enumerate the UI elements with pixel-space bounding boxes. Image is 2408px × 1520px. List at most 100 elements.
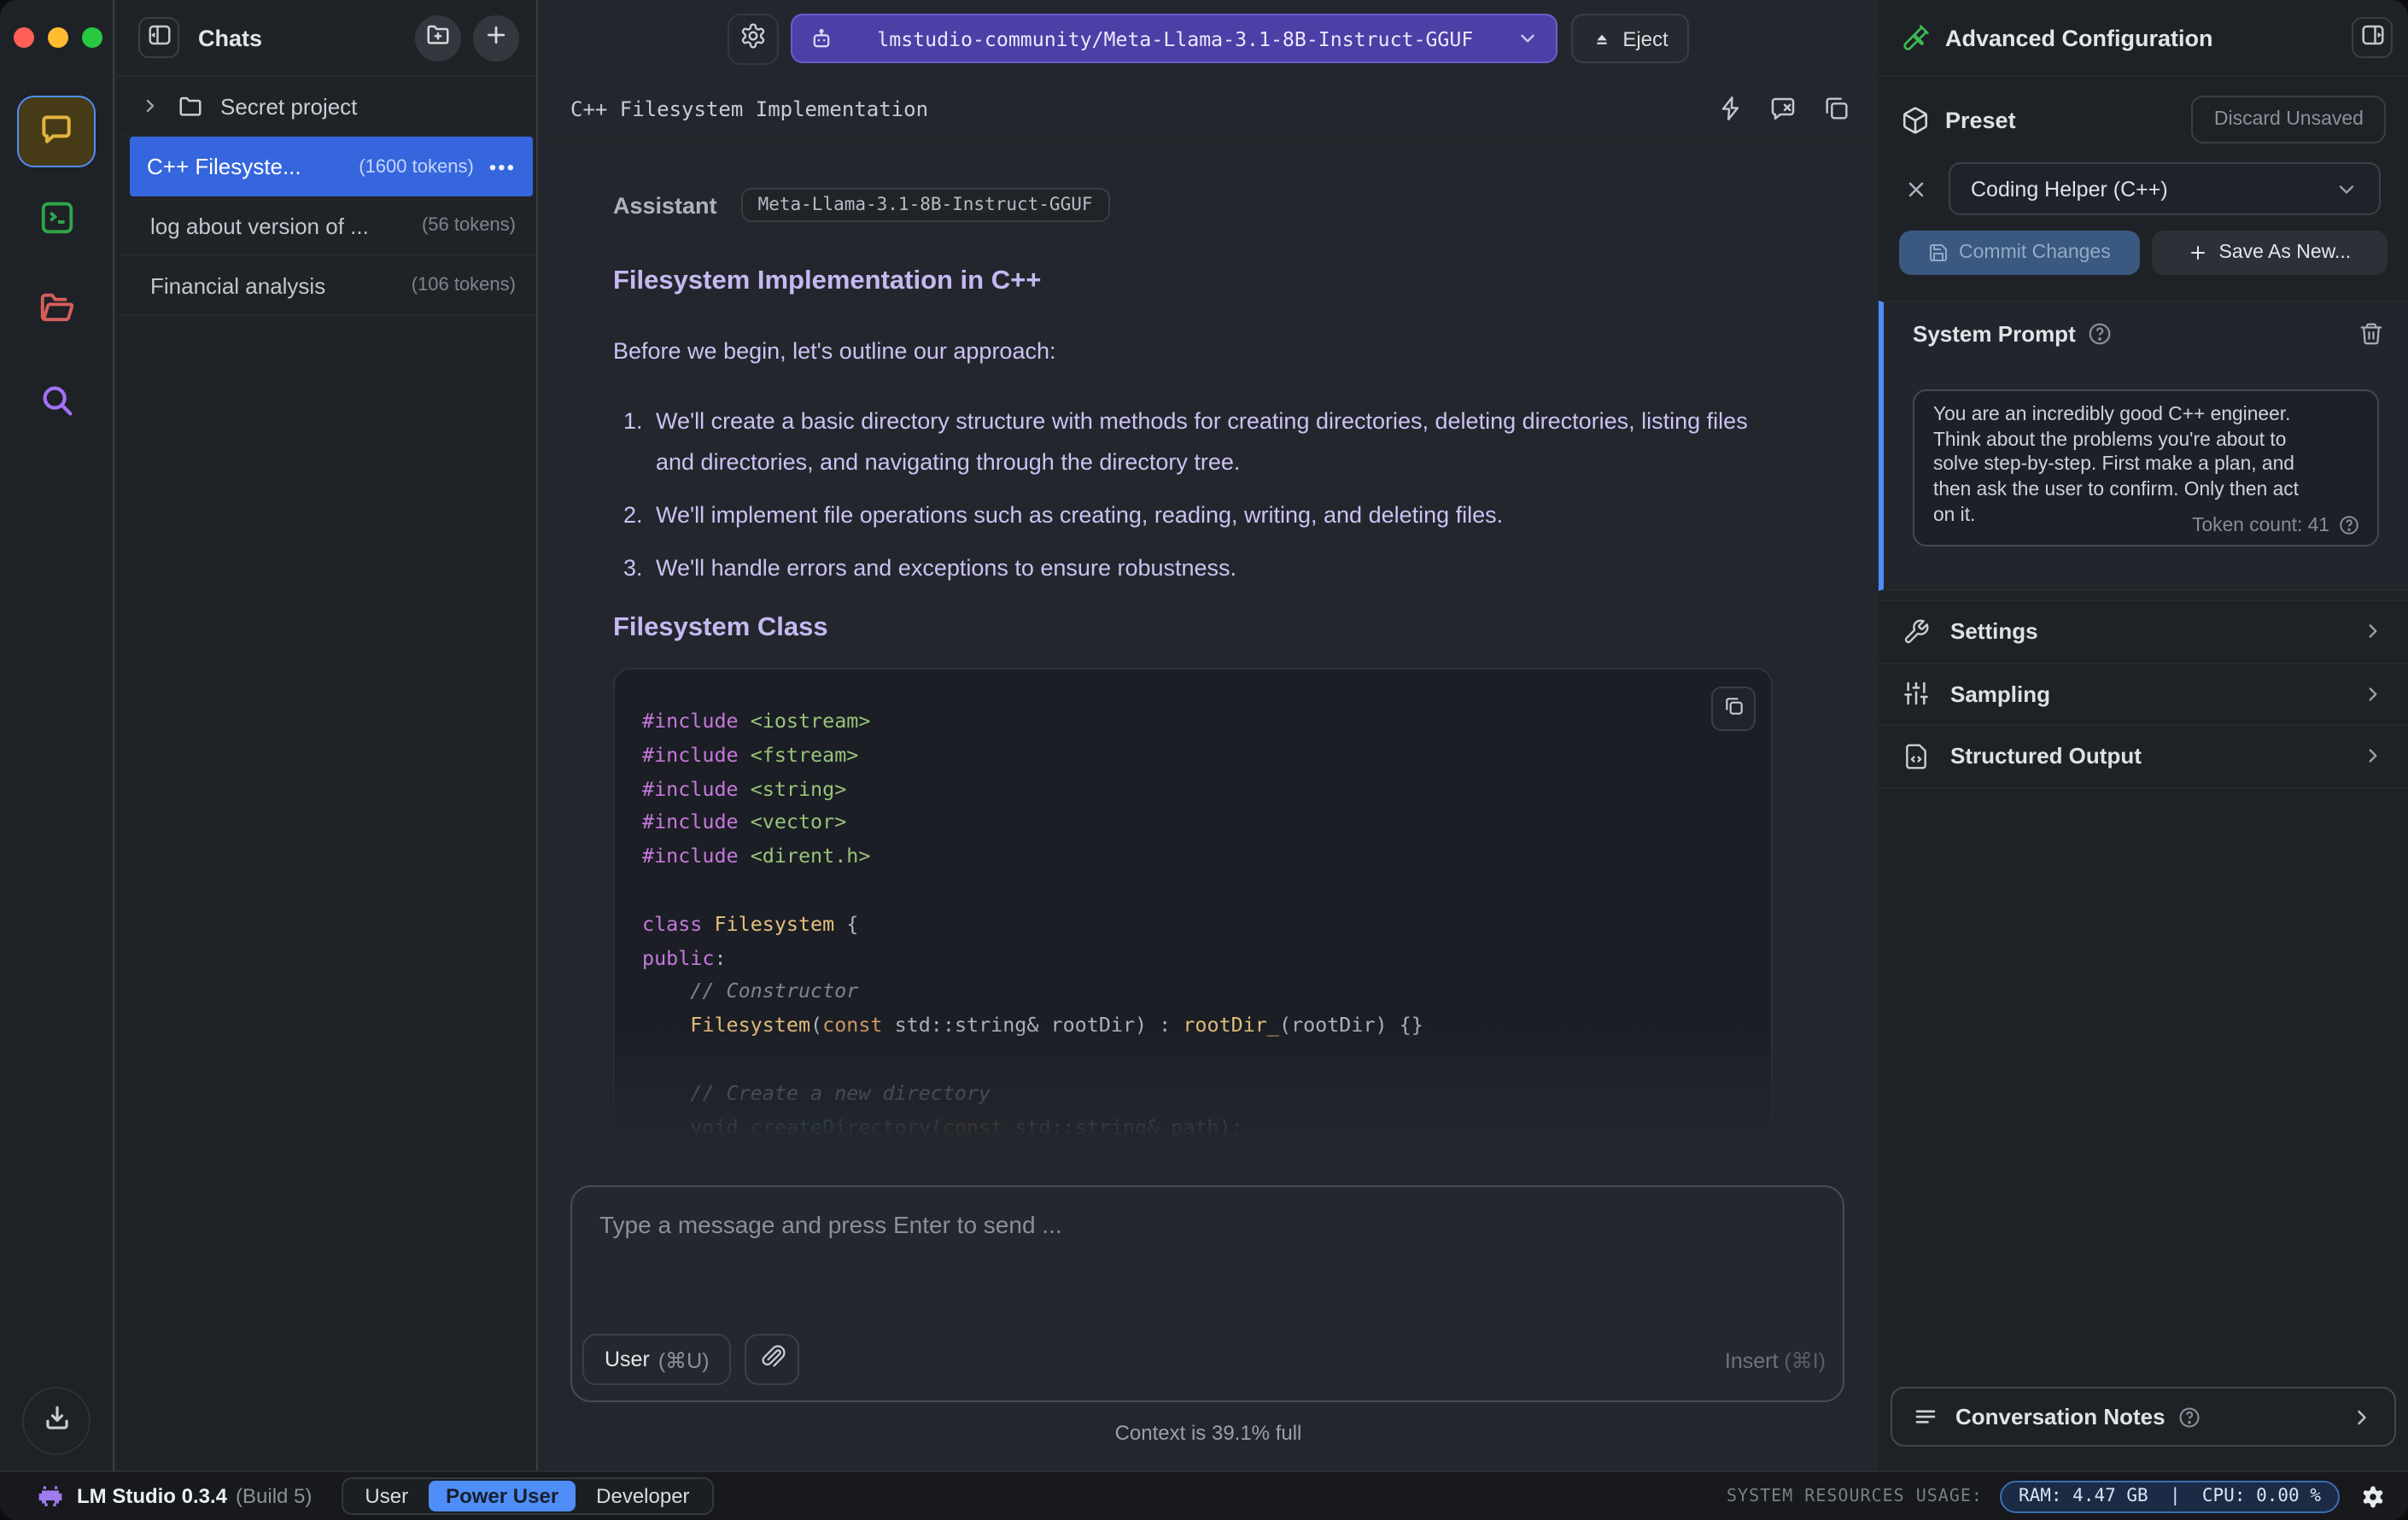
folder-open-icon bbox=[37, 289, 76, 333]
section-structured-output[interactable]: Structured Output bbox=[1879, 726, 2408, 789]
sliders-icon bbox=[1902, 681, 1933, 708]
message-fade-overlay bbox=[540, 1021, 1877, 1185]
discard-unsaved-button[interactable]: Discard Unsaved bbox=[2191, 96, 2386, 143]
panel-right-icon bbox=[2359, 22, 2385, 53]
message-input[interactable] bbox=[596, 1209, 1819, 1240]
settings-gear-icon[interactable] bbox=[2360, 1483, 2386, 1509]
message-subheading: Filesystem Class bbox=[613, 613, 828, 643]
resources-usage-pill[interactable]: RAM: 4.47 GB | CPU: 0.00 % bbox=[1999, 1480, 2340, 1512]
loaded-model-name: lmstudio-community/Meta-Llama-3.1-8B-Ins… bbox=[877, 26, 1474, 50]
terminal-icon bbox=[37, 198, 76, 243]
nav-developer-button[interactable] bbox=[17, 184, 96, 256]
conversation-notes-button[interactable]: Conversation Notes bbox=[1891, 1387, 2396, 1447]
panel-left-icon bbox=[146, 22, 172, 53]
mode-developer[interactable]: Developer bbox=[579, 1481, 706, 1511]
paperclip-icon bbox=[760, 1344, 786, 1375]
preset-dropdown-value: Coding Helper (C++) bbox=[1971, 177, 2168, 201]
chevron-down-icon bbox=[2335, 177, 2358, 201]
new-chat-button[interactable] bbox=[473, 15, 519, 61]
package-icon bbox=[1901, 105, 1930, 134]
mode-power-user[interactable]: Power User bbox=[429, 1481, 576, 1511]
list-item: We'll create a basic directory structure… bbox=[649, 401, 1774, 483]
code-line: #include <string> bbox=[642, 776, 847, 801]
mode-user[interactable]: User bbox=[348, 1481, 425, 1511]
delete-system-prompt-button[interactable] bbox=[2358, 321, 2384, 347]
collapse-panel-button[interactable] bbox=[2352, 17, 2393, 58]
list-item: We'll implement file operations such as … bbox=[649, 495, 1774, 536]
chat-title: C++ Filesystem Implementation bbox=[570, 96, 929, 120]
chats-sidebar: Chats Secret project C++ Filesyste... (1… bbox=[116, 0, 538, 1470]
duplicate-icon[interactable] bbox=[1817, 90, 1855, 127]
clear-preset-button[interactable] bbox=[1904, 177, 1932, 201]
eject-model-button[interactable]: Eject bbox=[1571, 14, 1689, 63]
panel-title: Advanced Configuration bbox=[1945, 25, 2213, 50]
chat-row-title: Financial analysis bbox=[150, 272, 326, 298]
system-prompt-text: You are an incredibly good C++ engineer.… bbox=[1933, 405, 2299, 526]
help-icon[interactable] bbox=[2088, 321, 2113, 347]
folder-plus-icon bbox=[425, 22, 451, 53]
section-sampling[interactable]: Sampling bbox=[1879, 664, 2408, 727]
help-icon bbox=[2177, 1405, 2201, 1429]
window-controls bbox=[14, 27, 102, 48]
chat-main-area: lmstudio-community/Meta-Llama-3.1-8B-Ins… bbox=[540, 0, 1877, 1470]
close-window-button[interactable] bbox=[14, 27, 34, 48]
nav-discover-button[interactable] bbox=[17, 367, 96, 439]
composer: User (⌘U) Insert (⌘I) bbox=[570, 1185, 1844, 1402]
folder-row-secret-project[interactable]: Secret project bbox=[116, 77, 536, 137]
sender-label: Assistant bbox=[613, 192, 717, 218]
chat-row-selected[interactable]: C++ Filesyste... (1600 tokens) ••• bbox=[130, 137, 533, 196]
save-icon bbox=[1928, 243, 1949, 263]
eject-label: Eject bbox=[1622, 26, 1669, 50]
chats-header: Chats bbox=[116, 0, 536, 77]
section-settings[interactable]: Settings bbox=[1879, 601, 2408, 664]
test-tube-icon bbox=[1902, 24, 1930, 51]
insert-button[interactable]: Insert (⌘I) bbox=[1725, 1347, 1826, 1372]
save-as-new-button[interactable]: Save As New... bbox=[2151, 231, 2388, 275]
collapse-sidebar-button[interactable] bbox=[138, 17, 179, 58]
assistant-message: Assistant Meta-Llama-3.1-8B-Instruct-GGU… bbox=[613, 142, 1774, 644]
spark-icon[interactable] bbox=[1711, 90, 1749, 127]
help-icon[interactable] bbox=[2338, 514, 2360, 536]
model-toolbar: lmstudio-community/Meta-Llama-3.1-8B-Ins… bbox=[540, 0, 1877, 77]
notes-icon bbox=[1913, 1404, 1938, 1429]
copy-code-button[interactable] bbox=[1711, 687, 1756, 731]
conversation-notes-label: Conversation Notes bbox=[1955, 1404, 2165, 1429]
code-line: #include <fstream> bbox=[642, 742, 859, 767]
plus-icon bbox=[2189, 243, 2209, 263]
list-item: We'll handle errors and exceptions to en… bbox=[649, 548, 1774, 589]
attach-file-button[interactable] bbox=[745, 1334, 800, 1385]
clear-conversation-icon[interactable] bbox=[1764, 90, 1802, 127]
code-line: // Constructor bbox=[642, 979, 859, 1003]
system-prompt-editor[interactable]: You are an incredibly good C++ engineer.… bbox=[1913, 389, 2379, 547]
chevron-right-icon bbox=[140, 96, 161, 116]
minimize-window-button[interactable] bbox=[48, 27, 68, 48]
send-as-user-button[interactable]: User (⌘U) bbox=[582, 1334, 732, 1385]
chats-panel-title: Chats bbox=[198, 25, 263, 50]
config-sections: Settings Sampling Structured Output bbox=[1879, 599, 2408, 789]
downloads-button[interactable] bbox=[22, 1387, 91, 1455]
folder-name: Secret project bbox=[220, 93, 358, 119]
save-as-new-label: Save As New... bbox=[2218, 243, 2352, 263]
zoom-window-button[interactable] bbox=[82, 27, 102, 48]
commit-changes-button[interactable]: Commit Changes bbox=[1899, 231, 2140, 275]
chat-row[interactable]: Financial analysis (106 tokens) bbox=[116, 256, 536, 316]
preset-dropdown[interactable]: Coding Helper (C++) bbox=[1949, 162, 2381, 215]
insert-shortcut: (⌘I) bbox=[1784, 1348, 1826, 1372]
chat-row-title: log about version of ... bbox=[150, 213, 369, 238]
robot-icon bbox=[809, 26, 833, 50]
code-line: class Filesystem { bbox=[642, 911, 859, 936]
code-line: #include <dirent.h> bbox=[642, 844, 871, 868]
nav-chats-button[interactable] bbox=[17, 96, 96, 167]
file-code-icon bbox=[1902, 743, 1933, 770]
new-folder-button[interactable] bbox=[415, 15, 461, 61]
chat-row-menu-button[interactable]: ••• bbox=[489, 155, 516, 178]
discard-unsaved-label: Discard Unsaved bbox=[2213, 109, 2364, 130]
chat-row-tokens: (106 tokens) bbox=[411, 275, 516, 295]
nav-my-models-button[interactable] bbox=[17, 275, 96, 347]
chat-row[interactable]: log about version of ... (56 tokens) bbox=[116, 196, 536, 256]
advanced-config-panel: Advanced Configuration Preset Discard Un… bbox=[1879, 0, 2408, 1470]
chat-title-bar: C++ Filesystem Implementation bbox=[540, 77, 1877, 142]
model-settings-button[interactable] bbox=[728, 13, 780, 64]
user-mode-switcher: User Power User Developer bbox=[341, 1477, 714, 1515]
loaded-model-selector[interactable]: lmstudio-community/Meta-Llama-3.1-8B-Ins… bbox=[791, 14, 1558, 63]
